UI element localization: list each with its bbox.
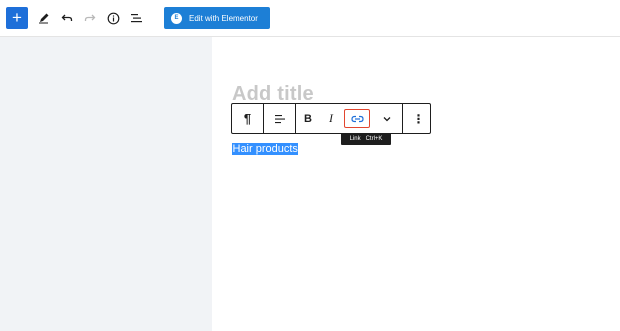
redo-button[interactable] xyxy=(81,7,99,29)
selected-paragraph-text[interactable]: Hair products xyxy=(232,143,299,155)
list-view-button[interactable] xyxy=(127,7,145,29)
pencil-icon xyxy=(39,13,49,24)
paragraph-block[interactable]: Hair products xyxy=(232,143,299,155)
bold-button[interactable]: B xyxy=(296,104,320,133)
options-group: ⋮ xyxy=(403,104,434,133)
info-icon xyxy=(107,12,119,24)
alignment-group xyxy=(264,104,296,133)
add-block-button[interactable]: + xyxy=(6,7,28,29)
plus-icon: + xyxy=(12,8,22,27)
edit-mode-button[interactable] xyxy=(35,7,53,29)
details-button[interactable] xyxy=(104,7,122,29)
align-left-icon xyxy=(274,114,285,123)
left-margin-area xyxy=(0,37,212,331)
block-type-group: ¶ xyxy=(232,104,264,133)
editor-top-toolbar: + E Edit with Elementor xyxy=(0,0,620,37)
italic-label: I xyxy=(329,111,333,125)
vertical-ellipsis-icon: ⋮ xyxy=(412,111,425,126)
link-button[interactable] xyxy=(344,109,370,128)
elementor-logo-icon: E xyxy=(171,12,182,24)
edit-with-elementor-button[interactable]: E Edit with Elementor xyxy=(164,7,270,29)
link-icon xyxy=(350,115,364,122)
undo-icon xyxy=(61,14,73,21)
link-tooltip: Link Ctrl+K xyxy=(341,133,391,145)
tooltip-label: Link xyxy=(349,136,361,142)
paragraph-block-switcher[interactable]: ¶ xyxy=(232,104,263,133)
more-rich-text-controls-button[interactable] xyxy=(372,104,402,133)
list-view-icon xyxy=(130,14,142,23)
bold-label: B xyxy=(304,112,312,125)
italic-button[interactable]: I xyxy=(320,104,342,133)
editor-canvas xyxy=(212,37,620,331)
undo-button[interactable] xyxy=(58,7,76,29)
align-text-button[interactable] xyxy=(264,104,295,133)
paragraph-icon: ¶ xyxy=(243,111,252,126)
chevron-down-icon xyxy=(383,116,391,121)
tooltip-shortcut: Ctrl+K xyxy=(365,136,383,142)
block-options-button[interactable]: ⋮ xyxy=(403,104,434,133)
redo-icon xyxy=(84,14,96,21)
block-toolbar: ¶ B I ⋮ xyxy=(231,103,431,134)
elementor-button-label: Edit with Elementor xyxy=(189,13,258,23)
formatting-group: B I xyxy=(296,104,403,133)
